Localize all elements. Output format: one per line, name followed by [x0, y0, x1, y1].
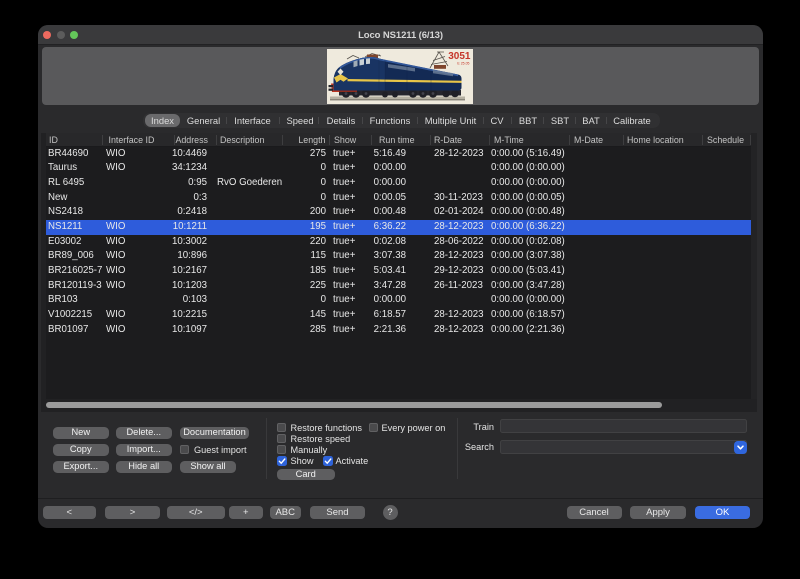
svg-text:E 25.05: E 25.05: [457, 62, 469, 66]
svg-text:3051: 3051: [448, 51, 471, 62]
